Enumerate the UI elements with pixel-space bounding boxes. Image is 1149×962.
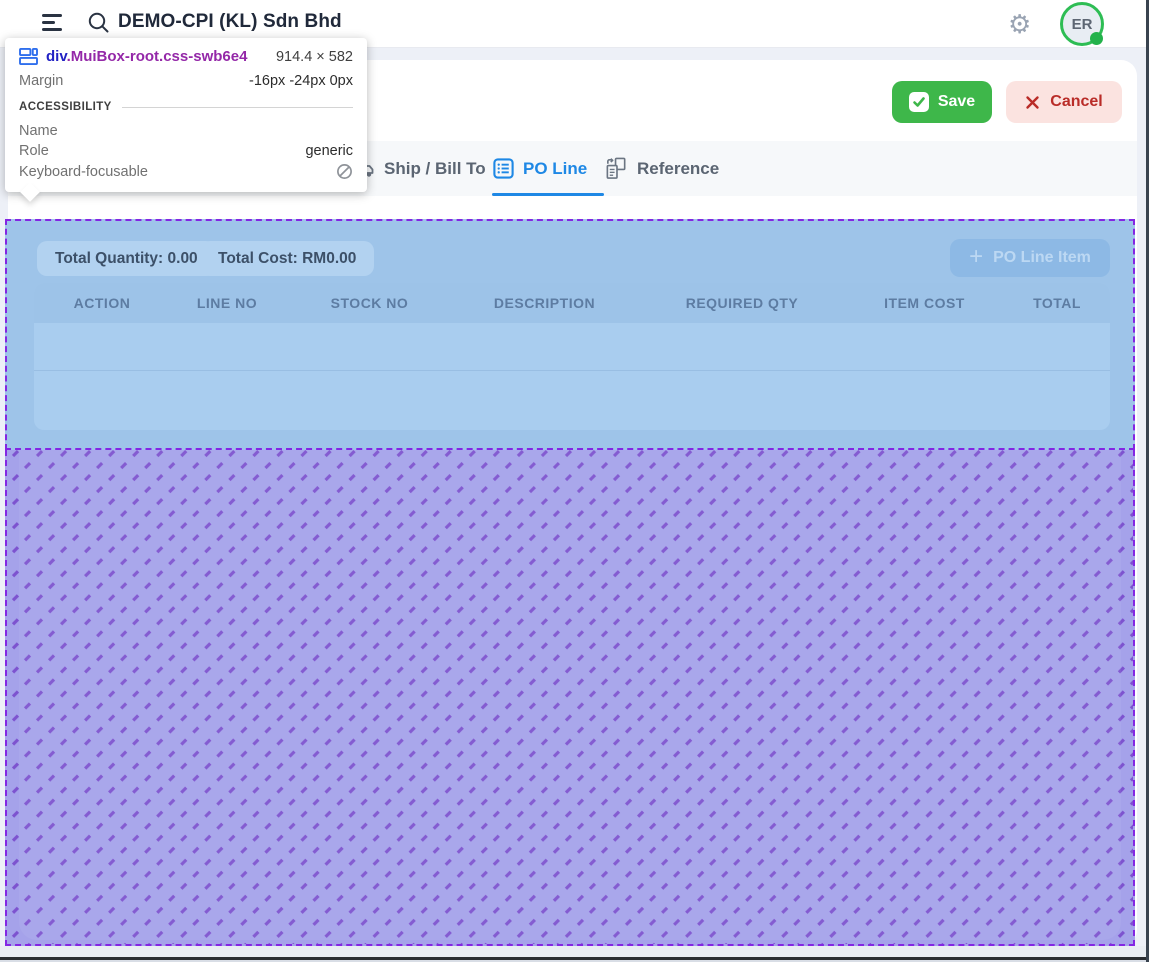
column-header-required-qty: REQUIRED QTY [642, 295, 842, 311]
inspected-classes: .MuiBox-root.css-swb6e4 [67, 48, 248, 65]
tab-label: Reference [637, 159, 719, 179]
total-cost-chip: Total Cost: RM0.00 [200, 241, 374, 276]
devtools-margin-highlight [5, 450, 1135, 946]
table-row-divider [34, 370, 1110, 371]
page: DEMO-CPI (KL) Sdn Bhd ⚙ ER Save Cancel S… [0, 0, 1149, 962]
avatar-initials: ER [1072, 16, 1093, 33]
inspected-dimensions: 914.4 × 582 [276, 49, 353, 65]
total-quantity-label: Total Quantity: 0.00 [55, 250, 198, 268]
tab-label: PO Line [523, 159, 587, 179]
active-tab-indicator [492, 193, 604, 196]
save-button[interactable]: Save [892, 81, 992, 123]
page-bottom-gutter [0, 946, 1149, 957]
a11y-name-label: Name [19, 123, 58, 139]
margin-label: Margin [19, 73, 63, 89]
menu-icon[interactable] [42, 14, 64, 34]
add-po-line-item-button[interactable]: + PO Line Item [950, 239, 1110, 277]
total-cost-label: Total Cost: RM0.00 [218, 250, 356, 268]
company-title: DEMO-CPI (KL) Sdn Bhd [118, 11, 342, 33]
gear-icon[interactable]: ⚙ [1008, 7, 1031, 41]
column-header-action: ACTION [42, 295, 162, 311]
cancel-button[interactable]: Cancel [1006, 81, 1122, 123]
section-divider [122, 107, 353, 108]
save-button-label: Save [938, 93, 975, 111]
tab-ship-bill-to[interactable]: Ship / Bill To [352, 141, 486, 196]
column-header-item-cost: ITEM COST [842, 295, 1007, 311]
check-icon [909, 92, 929, 112]
a11y-focusable-label: Keyboard-focusable [19, 164, 148, 180]
tab-po-line[interactable]: PO Line [492, 141, 587, 196]
blocked-icon [336, 163, 353, 180]
accessibility-section-title: ACCESSIBILITY [19, 101, 112, 113]
po-line-table-header: ACTION LINE NO STOCK NO DESCRIPTION REQU… [34, 283, 1110, 323]
column-header-line-no: LINE NO [162, 295, 292, 311]
column-header-stock-no: STOCK NO [292, 295, 447, 311]
total-quantity-chip: Total Quantity: 0.00 [37, 241, 216, 276]
devtools-inspect-tooltip: div.MuiBox-root.css-swb6e4 914.4 × 582 M… [5, 38, 367, 192]
card-under-overlay [19, 450, 1121, 940]
plus-icon: + [969, 247, 983, 267]
margin-value: -16px -24px 0px [249, 73, 353, 89]
a11y-role-label: Role [19, 143, 49, 159]
add-po-line-item-label: PO Line Item [993, 249, 1091, 267]
documents-icon [604, 156, 629, 181]
search-icon[interactable] [86, 10, 112, 36]
online-status-dot [1090, 32, 1103, 45]
grid-icon [19, 48, 38, 65]
tab-label: Ship / Bill To [384, 159, 486, 179]
po-line-table: ACTION LINE NO STOCK NO DESCRIPTION REQU… [34, 283, 1110, 430]
tab-reference[interactable]: Reference [604, 141, 719, 196]
column-header-total: TOTAL [1007, 295, 1107, 311]
devtools-content-highlight: Total Quantity: 0.00 Total Cost: RM0.00 … [5, 219, 1135, 450]
a11y-role-value: generic [305, 143, 353, 159]
list-icon [492, 157, 515, 180]
inspected-tag: div [46, 48, 67, 65]
column-header-description: DESCRIPTION [447, 295, 642, 311]
cancel-button-label: Cancel [1050, 93, 1102, 111]
x-icon [1025, 95, 1040, 110]
